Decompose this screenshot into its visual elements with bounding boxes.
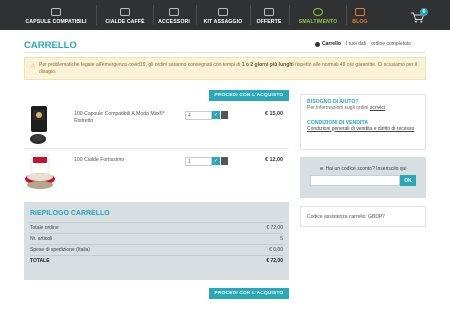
covid-notice: ⚠ Per problematiche legate all'emergenza… [24, 57, 426, 80]
step-current: Carrello [315, 41, 341, 47]
checkout-steps: Carrello I tuoi dati ordine completato [315, 41, 411, 47]
update-qty-button[interactable]: ✓ [212, 157, 220, 165]
help-text: Per informazioni sugli ordini scrivici [307, 105, 385, 111]
nav-item-accessori[interactable]: ACCESSORI [156, 0, 192, 30]
tag-icon [264, 8, 274, 16]
delete-item-button[interactable] [221, 157, 228, 165]
box-icon [218, 8, 228, 16]
nav-item-offerte[interactable]: OFFERTE [254, 0, 284, 30]
pod-icon [120, 8, 130, 16]
nav-divider [153, 5, 154, 25]
quantity-input[interactable]: 4 [185, 111, 212, 120]
assist-code: Codice assistenza carrello: GBDP7 [300, 206, 426, 227]
summary-row: Nr. articoli 5 [30, 233, 283, 244]
nav-item-capsule[interactable]: CAPSULE COMPATIBILI [22, 0, 90, 30]
summary-row: Spese di spedizione (Italia) € 0,00 [30, 244, 283, 255]
summary-row: Totale ordine € 72,00 [30, 222, 283, 233]
cup-icon [169, 8, 179, 16]
apply-discount-button[interactable]: OK [400, 175, 416, 186]
nav-divider [289, 5, 290, 25]
step-item: ordine completato [371, 41, 411, 47]
discount-code-input[interactable] [310, 175, 400, 186]
checkout-button-bottom[interactable]: PROCEDI CON L'ACQUISTO [209, 288, 289, 299]
discount-label: Hai un codice sconto? Inseriscilo qui [300, 166, 426, 172]
cart-count-badge: 0 [420, 8, 428, 16]
blog-icon [355, 8, 365, 16]
item-price: € 12,00 [265, 157, 283, 163]
help-box: BISOGNO DI AIUTO? Per informazioni sugli… [300, 94, 426, 150]
nav-label: SMALTIMENTO [298, 19, 338, 25]
product-name[interactable]: 100 Cialde Fortissimo [74, 157, 174, 164]
nav-label: KIT ASSAGGIO [203, 19, 243, 25]
product-name[interactable]: 100 Capsule Compatibili A Modo Mio®* Ris… [74, 111, 174, 125]
summary-total-row: TOTALE € 72,00 [30, 255, 283, 266]
step-item: I tuoi dati [345, 41, 367, 47]
recycle-icon [313, 8, 323, 16]
quantity-input[interactable]: 1 [185, 157, 212, 166]
summary-title: RIEPILOGO CARRELLO [30, 210, 110, 217]
product-image-cialde[interactable] [23, 152, 57, 192]
nav-label: CIALDE CAFFÈ [105, 19, 145, 25]
top-navbar: CAPSULE COMPATIBILI CIALDE CAFFÈ ACCESSO… [0, 0, 450, 30]
header-divider [24, 52, 426, 53]
bullet-icon [319, 167, 323, 171]
nav-item-cialde[interactable]: CIALDE CAFFÈ [100, 0, 150, 30]
step-dot-icon [315, 41, 320, 47]
nav-label: ACCESSORI [158, 19, 190, 25]
delete-item-button[interactable] [221, 111, 228, 119]
nav-label: BLOG [352, 19, 368, 25]
page-title: CARRELLO [24, 40, 77, 51]
nav-divider [196, 5, 197, 25]
contact-link[interactable]: scrivici [370, 105, 385, 111]
nav-item-blog[interactable]: BLOG [350, 0, 370, 30]
checkout-button-top[interactable]: PROCEDI CON L'ACQUISTO [209, 90, 289, 101]
nav-divider [96, 5, 97, 25]
product-image-capsule[interactable] [27, 106, 51, 146]
nav-divider [250, 5, 251, 25]
nav-item-smaltimento[interactable]: SMALTIMENTO [293, 0, 343, 30]
nav-item-kit[interactable]: KIT ASSAGGIO [200, 0, 246, 30]
discount-box: Hai un codice sconto? Inseriscilo qui OK [300, 157, 426, 198]
capsule-icon [51, 8, 61, 16]
nav-label: OFFERTE [256, 19, 282, 25]
cart-summary: RIEPILOGO CARRELLO Totale ordine € 72,00 … [24, 202, 289, 280]
conditions-text: Condizioni generali di vendita e diritto… [307, 126, 419, 133]
conditions-link[interactable]: Condizioni generali di vendita e diritto… [307, 126, 414, 132]
item-price: € 15,00 [265, 111, 283, 117]
nav-divider [346, 5, 347, 25]
update-qty-button[interactable]: ✓ [212, 111, 220, 119]
nav-label: CAPSULE COMPATIBILI [25, 19, 87, 25]
row-divider [24, 148, 289, 149]
warning-icon: ⚠ [31, 63, 36, 69]
